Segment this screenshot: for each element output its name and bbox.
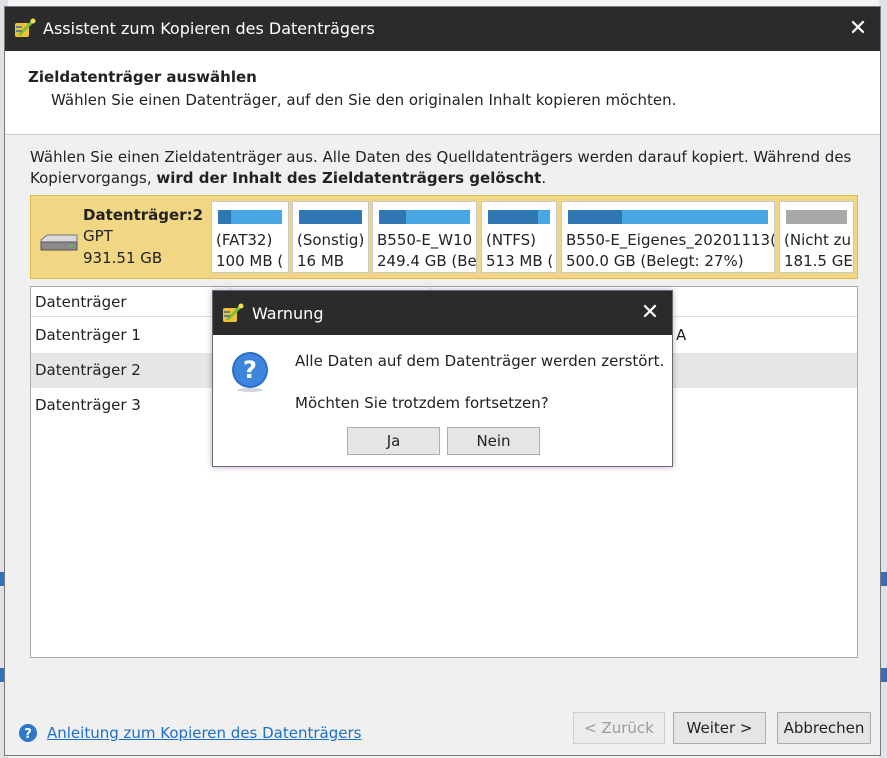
disk-name: Datenträger:2: [83, 206, 204, 224]
partition-size: 100 MB (: [216, 252, 284, 270]
partition-usage-bar: [299, 210, 362, 224]
wizard-title: Assistent zum Kopieren des Datenträgers: [43, 19, 375, 38]
selected-disk-map[interactable]: Datenträger:2 GPT 931.51 GB (FAT32) 100 …: [30, 195, 858, 279]
hard-disk-icon: [40, 234, 78, 251]
partition-used-fill: [488, 210, 538, 224]
disk-row-name: Datenträger 1: [35, 326, 141, 344]
partition-used-fill: [218, 210, 231, 224]
wizard-close-button[interactable]: ✕: [842, 13, 874, 45]
svg-text:?: ?: [24, 727, 32, 742]
partition-size: 513 MB (: [486, 252, 554, 270]
partition-label: (FAT32): [216, 231, 273, 249]
svg-text:?: ?: [243, 356, 257, 384]
instruction-warning-bold: wird der Inhalt des Zieldatenträgers gel…: [156, 169, 542, 187]
disk-row-extra: A: [676, 326, 687, 344]
partition-usage-bar: [786, 210, 847, 224]
partition-usage-bar: [568, 210, 768, 224]
partition-block[interactable]: B550-E_Eigenes_20201113( 500.0 GB (Beleg…: [561, 201, 775, 273]
disk-partition-style: GPT: [83, 227, 113, 245]
partition-label: B550-E_W10: [377, 231, 473, 249]
step-subtitle: Wählen Sie einen Datenträger, auf den Si…: [51, 91, 677, 109]
partition-size: 249.4 GB (Be: [377, 252, 477, 270]
warning-body: ? Alle Daten auf dem Datenträger werden …: [213, 335, 672, 466]
partition-usage-bar: [379, 210, 470, 224]
wizard-header: Zieldatenträger auswählen Wählen Sie ein…: [5, 51, 880, 135]
help-icon[interactable]: ?: [18, 723, 38, 743]
instruction-part: .: [541, 169, 547, 187]
partition-label: (Nicht zu: [784, 231, 852, 249]
warning-message-data-loss: Alle Daten auf dem Datenträger werden ze…: [295, 352, 665, 370]
partition-size: 500.0 GB (Belegt: 27%): [566, 252, 744, 270]
instruction-text: Wählen Sie einen Zieldatenträger aus. Al…: [30, 147, 860, 189]
warning-close-button[interactable]: ✕: [634, 297, 666, 329]
partition-block[interactable]: B550-E_W10 249.4 GB (Be: [372, 201, 477, 273]
wizard-app-icon: [15, 18, 36, 37]
partition-label: B550-E_Eigenes_20201113(: [566, 231, 775, 249]
column-header-disk[interactable]: Datenträger: [31, 287, 231, 317]
partition-block[interactable]: (Sonstig) 16 MB: [292, 201, 369, 273]
disk-capacity: 931.51 GB: [83, 249, 163, 267]
wizard-titlebar: Assistent zum Kopieren des Datenträgers …: [5, 7, 880, 51]
partition-used-fill: [299, 210, 362, 224]
cancel-button[interactable]: Abbrechen: [777, 712, 871, 744]
partition-usage-bar: [488, 210, 550, 224]
partition-used-fill: [568, 210, 622, 224]
partition-size: 16 MB: [297, 252, 345, 270]
question-icon: ?: [232, 352, 268, 392]
partition-used-fill: [379, 210, 407, 224]
partition-size: 181.5 GE: [784, 252, 853, 270]
partition-block[interactable]: (FAT32) 100 MB (: [211, 201, 289, 273]
step-title: Zieldatenträger auswählen: [28, 68, 257, 86]
partition-label: (NTFS): [486, 231, 536, 249]
disk-row-name: Datenträger 2: [35, 361, 141, 379]
no-button[interactable]: Nein: [447, 427, 540, 455]
warning-message-confirm: Möchten Sie trotzdem fortsetzen?: [295, 394, 549, 412]
partition-block[interactable]: (NTFS) 513 MB (: [481, 201, 557, 273]
yes-button[interactable]: Ja: [347, 427, 440, 455]
warning-app-icon: [223, 303, 244, 322]
warning-title: Warnung: [252, 304, 324, 323]
copy-guide-link[interactable]: Anleitung zum Kopieren des Datenträgers: [47, 724, 361, 742]
back-button[interactable]: < Zurück: [573, 712, 665, 744]
partition-block[interactable]: (Nicht zu 181.5 GE: [779, 201, 854, 273]
warning-dialog: Warnung ✕ ? Alle Daten auf dem Datenträg…: [212, 290, 673, 467]
disk-row-name: Datenträger 3: [35, 396, 141, 414]
next-button[interactable]: Weiter >: [673, 712, 766, 744]
warning-titlebar: Warnung ✕: [213, 291, 672, 335]
partition-usage-bar: [218, 210, 282, 224]
partition-label: (Sonstig): [297, 231, 365, 249]
